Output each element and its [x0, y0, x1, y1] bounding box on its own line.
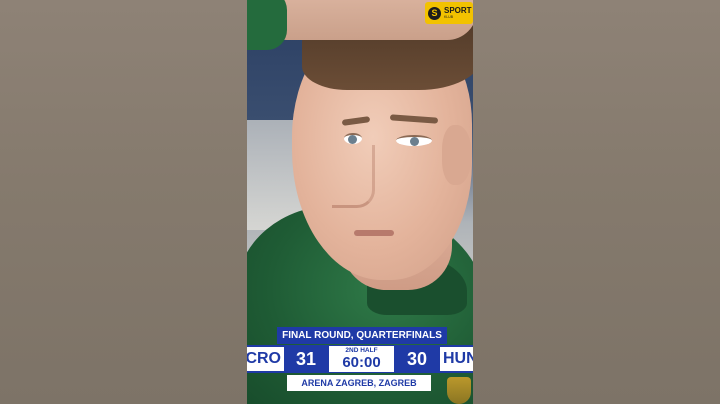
crest-badge — [447, 377, 471, 404]
player-sleeve — [247, 0, 287, 50]
clock-time: 60:00 — [342, 354, 381, 372]
mouth — [354, 230, 394, 236]
home-team-label: CRO — [247, 347, 284, 371]
eyebrow-left — [341, 116, 371, 126]
logo-subword: KLUB — [444, 14, 454, 19]
logo-text: SPORT KLUB — [444, 5, 472, 20]
blurred-background-right — [473, 0, 720, 404]
eye-right — [396, 135, 432, 146]
blurred-background-left — [0, 0, 247, 404]
away-team-label: HUN — [440, 347, 473, 371]
venue-banner: ARENA ZAGREB, ZAGREB — [287, 375, 431, 391]
home-score: 31 — [295, 348, 317, 369]
logo-word: SPORT — [444, 5, 472, 15]
game-clock: 2ND HALF 60:00 — [329, 346, 394, 372]
away-score: 30 — [406, 348, 428, 369]
round-banner: FINAL ROUND, QUARTERFINALS — [277, 327, 447, 344]
eyebrow-right — [389, 114, 439, 124]
logo-mark-icon: S — [428, 6, 441, 20]
eye-left — [344, 133, 362, 144]
nose — [332, 145, 375, 208]
sport-klub-logo: S SPORT KLUB — [425, 2, 473, 24]
player-ear — [442, 125, 472, 185]
